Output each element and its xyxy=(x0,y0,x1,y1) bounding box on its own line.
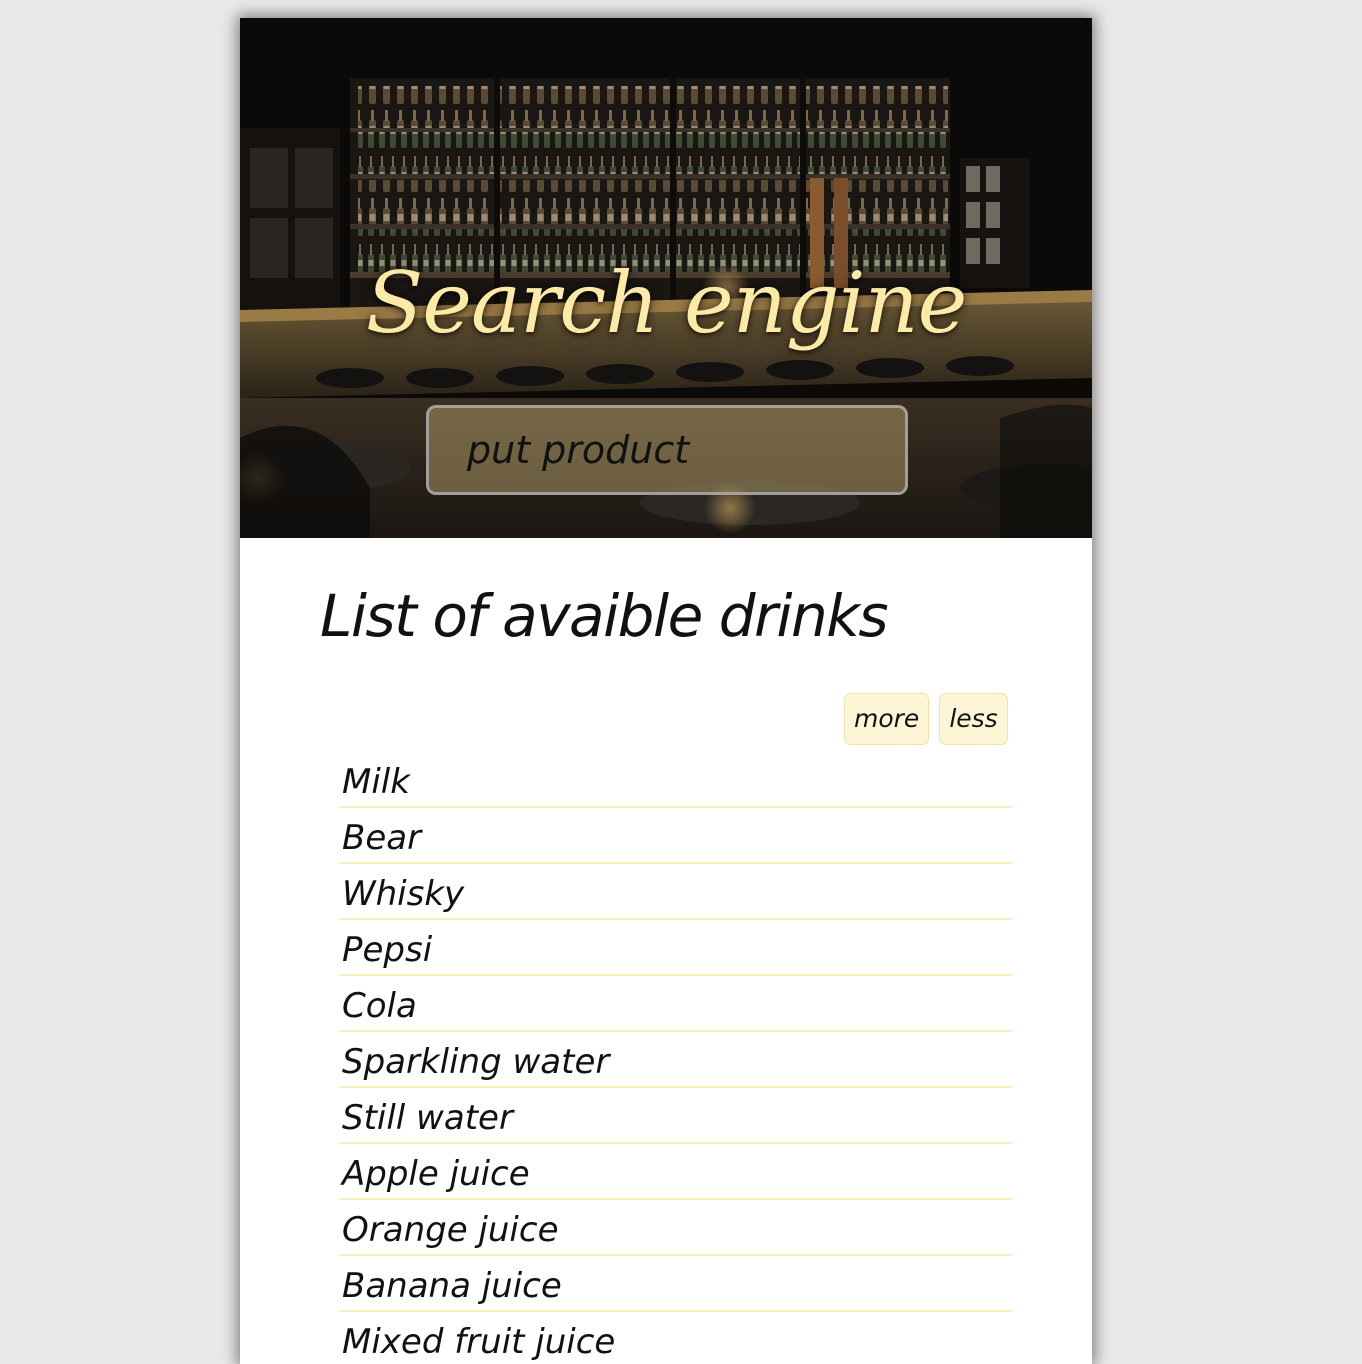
list-title: List of avaible drinks xyxy=(320,582,889,650)
list-controls: more less xyxy=(844,693,1008,745)
list-item: Banana juice xyxy=(340,1256,1012,1312)
search-input[interactable] xyxy=(426,405,908,495)
list-item: Pepsi xyxy=(340,920,1012,976)
list-item: Sparkling water xyxy=(340,1032,1012,1088)
hero-title: Search engine xyxy=(365,254,968,352)
list-item: Mixed fruit juice xyxy=(340,1312,1012,1364)
list-item: Still water xyxy=(340,1088,1012,1144)
less-button[interactable]: less xyxy=(939,693,1008,745)
drink-list: Milk Bear Whisky Pepsi Cola Sparkling wa… xyxy=(340,752,1012,1364)
hero-banner: Search engine xyxy=(240,18,1092,538)
list-item: Cola xyxy=(340,976,1012,1032)
more-button[interactable]: more xyxy=(844,693,930,745)
list-item: Bear xyxy=(340,808,1012,864)
list-item: Orange juice xyxy=(340,1200,1012,1256)
list-item: Apple juice xyxy=(340,1144,1012,1200)
main-card: Search engine List of avaible drinks mor… xyxy=(240,18,1092,1364)
list-item: Milk xyxy=(340,752,1012,808)
list-item: Whisky xyxy=(340,864,1012,920)
